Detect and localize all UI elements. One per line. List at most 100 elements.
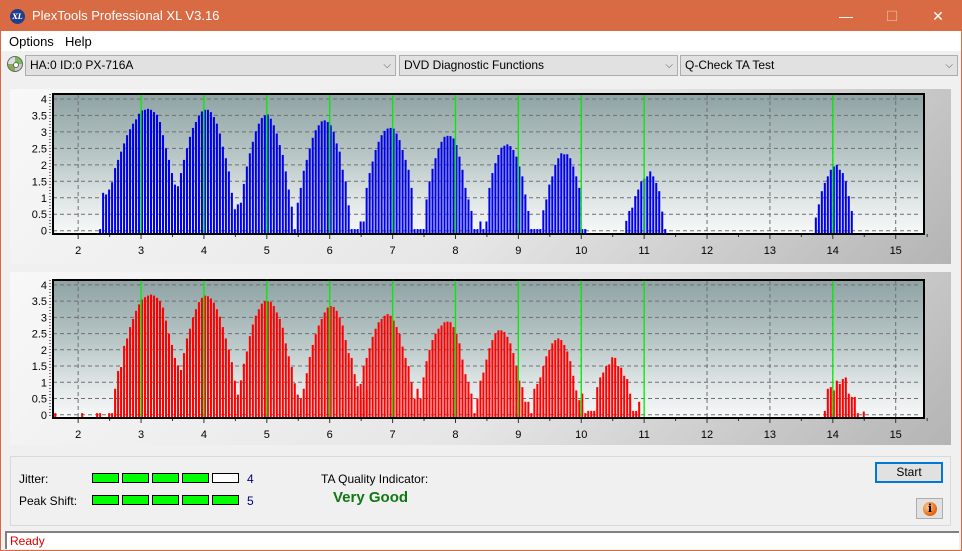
chart-bar bbox=[458, 343, 461, 418]
top-chart-panel: 0 0.5 1 1.5 2 2.5 3 3.5 4 2 3 4 5 6 7 8 9 10 11 12 13 14 15 bbox=[10, 89, 951, 264]
chart-bar bbox=[503, 145, 506, 234]
x-tick-label: 3 bbox=[138, 245, 144, 257]
close-button[interactable]: ✕ bbox=[915, 1, 961, 31]
chart-bar bbox=[335, 143, 338, 234]
chart-bar bbox=[458, 156, 461, 234]
chart-bar bbox=[488, 187, 491, 234]
chart-bar bbox=[206, 296, 209, 418]
chart-bar bbox=[500, 147, 503, 234]
chart-bar bbox=[120, 367, 123, 418]
chart-bar bbox=[170, 344, 174, 418]
meter-segment bbox=[212, 473, 239, 483]
chart-bar bbox=[482, 372, 485, 418]
chart-bar bbox=[188, 136, 191, 234]
chart-bar bbox=[470, 393, 473, 418]
meter-segment bbox=[92, 495, 119, 505]
chart-bar bbox=[120, 151, 123, 234]
chart-bar bbox=[108, 189, 111, 234]
app-window: XL PlexTools Professional XL V3.16 — ☐ ✕… bbox=[0, 0, 962, 551]
chart-bar bbox=[311, 137, 314, 234]
chart-bar bbox=[209, 298, 212, 418]
chart-bar bbox=[314, 334, 317, 418]
chart-bar bbox=[326, 122, 329, 234]
minimize-button[interactable]: — bbox=[823, 1, 869, 31]
chart-bar bbox=[182, 353, 185, 418]
test-select[interactable]: Q-Check TA Test ⌵ bbox=[680, 55, 958, 76]
disc-drive-icon bbox=[7, 56, 23, 72]
chart-bar bbox=[293, 383, 296, 418]
chart-bar bbox=[233, 380, 236, 418]
info-button[interactable]: i bbox=[916, 498, 943, 519]
chart-bar bbox=[826, 176, 829, 234]
drive-select[interactable]: HA:0 ID:0 PX-716A ⌵ bbox=[25, 55, 396, 76]
chart-bar bbox=[850, 210, 853, 234]
x-tick-label: 5 bbox=[264, 245, 270, 257]
chart-bar bbox=[197, 115, 200, 234]
start-button[interactable]: Start bbox=[875, 462, 943, 483]
chart-bar bbox=[841, 173, 844, 234]
chart-bar bbox=[557, 158, 560, 234]
chart-bar bbox=[326, 307, 329, 418]
x-tick-label: 6 bbox=[327, 245, 333, 257]
chart-bar bbox=[440, 141, 443, 234]
chart-bar bbox=[512, 150, 515, 234]
chart-bar bbox=[323, 120, 326, 234]
chart-bar bbox=[272, 305, 275, 418]
chart-bar bbox=[640, 181, 643, 234]
chart-bar bbox=[434, 333, 437, 418]
chart-bar bbox=[449, 322, 452, 418]
chart-bar bbox=[350, 357, 353, 418]
chart-bar bbox=[410, 187, 413, 234]
chevron-down-icon: ⌵ bbox=[945, 60, 953, 71]
menu-help[interactable]: Help bbox=[65, 34, 92, 49]
maximize-button[interactable]: ☐ bbox=[869, 1, 915, 31]
function-select-value: DVD Diagnostic Functions bbox=[404, 58, 545, 72]
chart-bar bbox=[167, 333, 171, 418]
chart-bar bbox=[578, 187, 581, 234]
chart-bar bbox=[155, 114, 159, 234]
meter-segment bbox=[182, 495, 209, 505]
chart-bar bbox=[341, 169, 344, 234]
chart-bar bbox=[374, 150, 377, 234]
top-chart: 0 0.5 1 1.5 2 2.5 3 3.5 4 2 3 4 5 6 7 8 9 10 11 12 13 14 15 bbox=[32, 93, 928, 257]
chart-bar bbox=[284, 343, 287, 418]
chart-bar bbox=[173, 357, 177, 418]
chart-bar bbox=[332, 131, 335, 234]
chart-bar bbox=[515, 156, 518, 234]
chart-bar bbox=[377, 141, 380, 234]
chart-bar bbox=[365, 187, 368, 234]
chart-bar bbox=[548, 184, 551, 234]
x-tick-label: 12 bbox=[701, 429, 713, 441]
chart-bar bbox=[410, 382, 413, 418]
chart-bar bbox=[365, 357, 368, 418]
chart-bar bbox=[536, 383, 539, 418]
chart-bar bbox=[515, 366, 518, 418]
chart-bar bbox=[835, 164, 838, 234]
ta-quality-label: TA Quality Indicator: bbox=[321, 472, 429, 486]
x-tick-label: 8 bbox=[452, 245, 458, 257]
chart-bar bbox=[275, 133, 278, 234]
chart-bar bbox=[431, 340, 434, 418]
chart-bar bbox=[164, 320, 168, 418]
chart-bar bbox=[356, 386, 359, 418]
chart-bar bbox=[533, 388, 536, 418]
chart-bar bbox=[362, 221, 365, 234]
chart-bar bbox=[652, 176, 655, 234]
chart-bar bbox=[485, 359, 488, 418]
chart-bar bbox=[147, 295, 150, 418]
chart-bar bbox=[287, 189, 290, 234]
function-select[interactable]: DVD Diagnostic Functions ⌵ bbox=[399, 55, 678, 76]
chart-bar bbox=[176, 186, 179, 234]
meter-segment bbox=[152, 495, 179, 505]
chart-bar bbox=[114, 388, 117, 418]
jitter-label: Jitter: bbox=[19, 472, 49, 486]
menu-options[interactable]: Options bbox=[9, 34, 54, 49]
y-tick-label: 1 bbox=[41, 377, 47, 389]
chart-bar bbox=[371, 336, 374, 418]
chart-bar bbox=[401, 150, 404, 234]
chart-bar bbox=[590, 410, 593, 418]
x-tick-label: 2 bbox=[75, 245, 81, 257]
chart-bar bbox=[383, 315, 386, 418]
chart-bar bbox=[191, 317, 194, 418]
chart-bar bbox=[242, 183, 245, 234]
